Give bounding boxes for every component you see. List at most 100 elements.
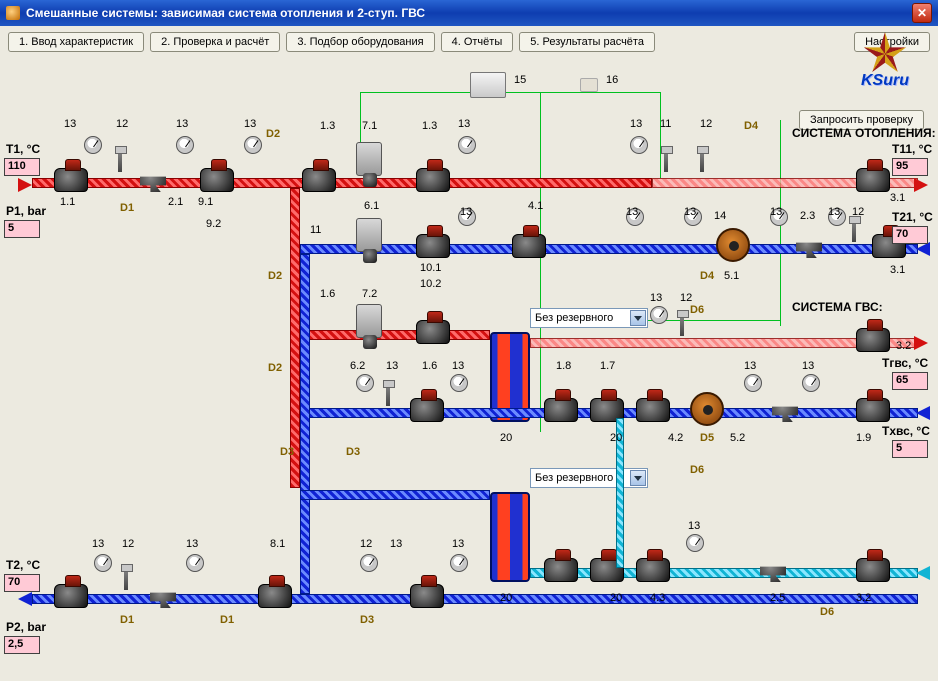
d-tag: D6 [690, 464, 704, 476]
pressure-gauge[interactable] [686, 534, 704, 552]
dropdown-caret-icon[interactable] [630, 310, 646, 326]
close-button[interactable]: ✕ [912, 3, 932, 23]
tag: 1.3 [320, 120, 335, 132]
control-valve[interactable] [356, 218, 382, 252]
valve[interactable] [856, 398, 890, 422]
pressure-gauge[interactable] [802, 374, 820, 392]
d-tag: D6 [820, 606, 834, 618]
pressure-gauge[interactable] [84, 136, 102, 154]
t2-value[interactable]: 70 [4, 574, 40, 592]
strainer[interactable] [796, 236, 822, 258]
pipe-hx2-in [300, 490, 490, 500]
check-valve[interactable] [636, 398, 670, 422]
pressure-gauge[interactable] [630, 136, 648, 154]
valve[interactable] [416, 234, 450, 258]
reg-valve[interactable] [200, 168, 234, 192]
strainer[interactable] [150, 586, 176, 608]
thermowell[interactable] [680, 314, 684, 336]
valve[interactable] [856, 328, 890, 352]
tag: 14 [714, 210, 726, 222]
valve[interactable] [416, 320, 450, 344]
tag12: 12 [116, 118, 128, 130]
valve[interactable] [856, 558, 890, 582]
strainer[interactable] [760, 560, 786, 582]
reserve-select-1[interactable]: Без резервного [530, 308, 648, 328]
valve-81[interactable] [258, 584, 292, 608]
control-valve[interactable] [356, 304, 382, 338]
pressure-gauge[interactable] [360, 554, 378, 572]
pipe-supply [32, 178, 652, 188]
outdoor-sensor[interactable] [580, 78, 598, 92]
check-valve[interactable] [636, 558, 670, 582]
p2-value[interactable]: 2,5 [4, 636, 40, 654]
controller[interactable] [470, 72, 506, 98]
p1-value[interactable]: 5 [4, 220, 40, 238]
tab-input-params[interactable]: 1. Ввод характеристик [8, 32, 144, 52]
pressure-gauge[interactable] [450, 374, 468, 392]
tag12: 12 [360, 538, 372, 550]
tag: 1.1 [60, 196, 75, 208]
t1-value[interactable]: 110 [4, 158, 40, 176]
thermowell[interactable] [664, 150, 668, 172]
tag12: 12 [700, 118, 712, 130]
tag13: 13 [452, 538, 464, 550]
strainer[interactable] [140, 170, 166, 192]
valve[interactable] [544, 558, 578, 582]
tag: 1.9 [856, 432, 871, 444]
pressure-gauge[interactable] [458, 136, 476, 154]
valve[interactable] [544, 398, 578, 422]
tab-equipment[interactable]: 3. Подбор оборудования [286, 32, 434, 52]
pressure-gauge[interactable] [186, 554, 204, 572]
pipe-red-v [290, 188, 300, 488]
tag: 3.1 [890, 264, 905, 276]
thermowell[interactable] [386, 384, 390, 406]
balancing-valve[interactable] [512, 234, 546, 258]
d-tag: D2 [268, 362, 282, 374]
tag12: 12 [122, 538, 134, 550]
tag: 7.2 [362, 288, 377, 300]
pressure-gauge[interactable] [744, 374, 762, 392]
flow-arrow [18, 178, 32, 192]
pressure-gauge[interactable] [176, 136, 194, 154]
tag: 4.1 [528, 200, 543, 212]
valve[interactable] [416, 168, 450, 192]
tx-label: Tхвс, °C [882, 424, 930, 438]
tag: 2.5 [770, 592, 785, 604]
pressure-gauge[interactable] [244, 136, 262, 154]
tab-reports[interactable]: 4. Отчёты [441, 32, 514, 52]
pressure-gauge[interactable] [450, 554, 468, 572]
dropdown-caret-icon[interactable] [630, 470, 646, 486]
strainer[interactable] [772, 400, 798, 422]
valve[interactable] [410, 398, 444, 422]
thermowell[interactable] [700, 150, 704, 172]
valve[interactable] [410, 584, 444, 608]
tab-results[interactable]: 5. Результаты расчёта [519, 32, 655, 52]
thermowell[interactable] [118, 150, 122, 172]
t21-value[interactable]: 70 [892, 226, 928, 244]
pressure-gauge[interactable] [650, 306, 668, 324]
thermowell[interactable] [124, 568, 128, 590]
circ-pump[interactable] [716, 228, 750, 262]
valve[interactable] [856, 168, 890, 192]
tx-value[interactable]: 5 [892, 440, 928, 458]
flow-arrow [914, 178, 928, 192]
pressure-gauge[interactable] [94, 554, 112, 572]
valve[interactable] [54, 168, 88, 192]
thermowell[interactable] [852, 220, 856, 242]
valve[interactable] [302, 168, 336, 192]
reserve-select-2[interactable]: Без резервного [530, 468, 648, 488]
reserve-select-2-value: Без резервного [535, 472, 613, 484]
control-valve[interactable] [356, 142, 382, 176]
tag13: 13 [770, 206, 782, 218]
valve[interactable] [54, 584, 88, 608]
heat-exchanger-2[interactable] [490, 492, 530, 582]
tg-value[interactable]: 65 [892, 372, 928, 390]
circ-pump[interactable] [690, 392, 724, 426]
tag20: 20 [610, 432, 622, 444]
pressure-gauge[interactable] [356, 374, 374, 392]
tag: 7.1 [362, 120, 377, 132]
tag: 6.2 [350, 360, 365, 372]
d-tag: D1 [220, 614, 234, 626]
t11-value[interactable]: 95 [892, 158, 928, 176]
tab-check-calc[interactable]: 2. Проверка и расчёт [150, 32, 280, 52]
